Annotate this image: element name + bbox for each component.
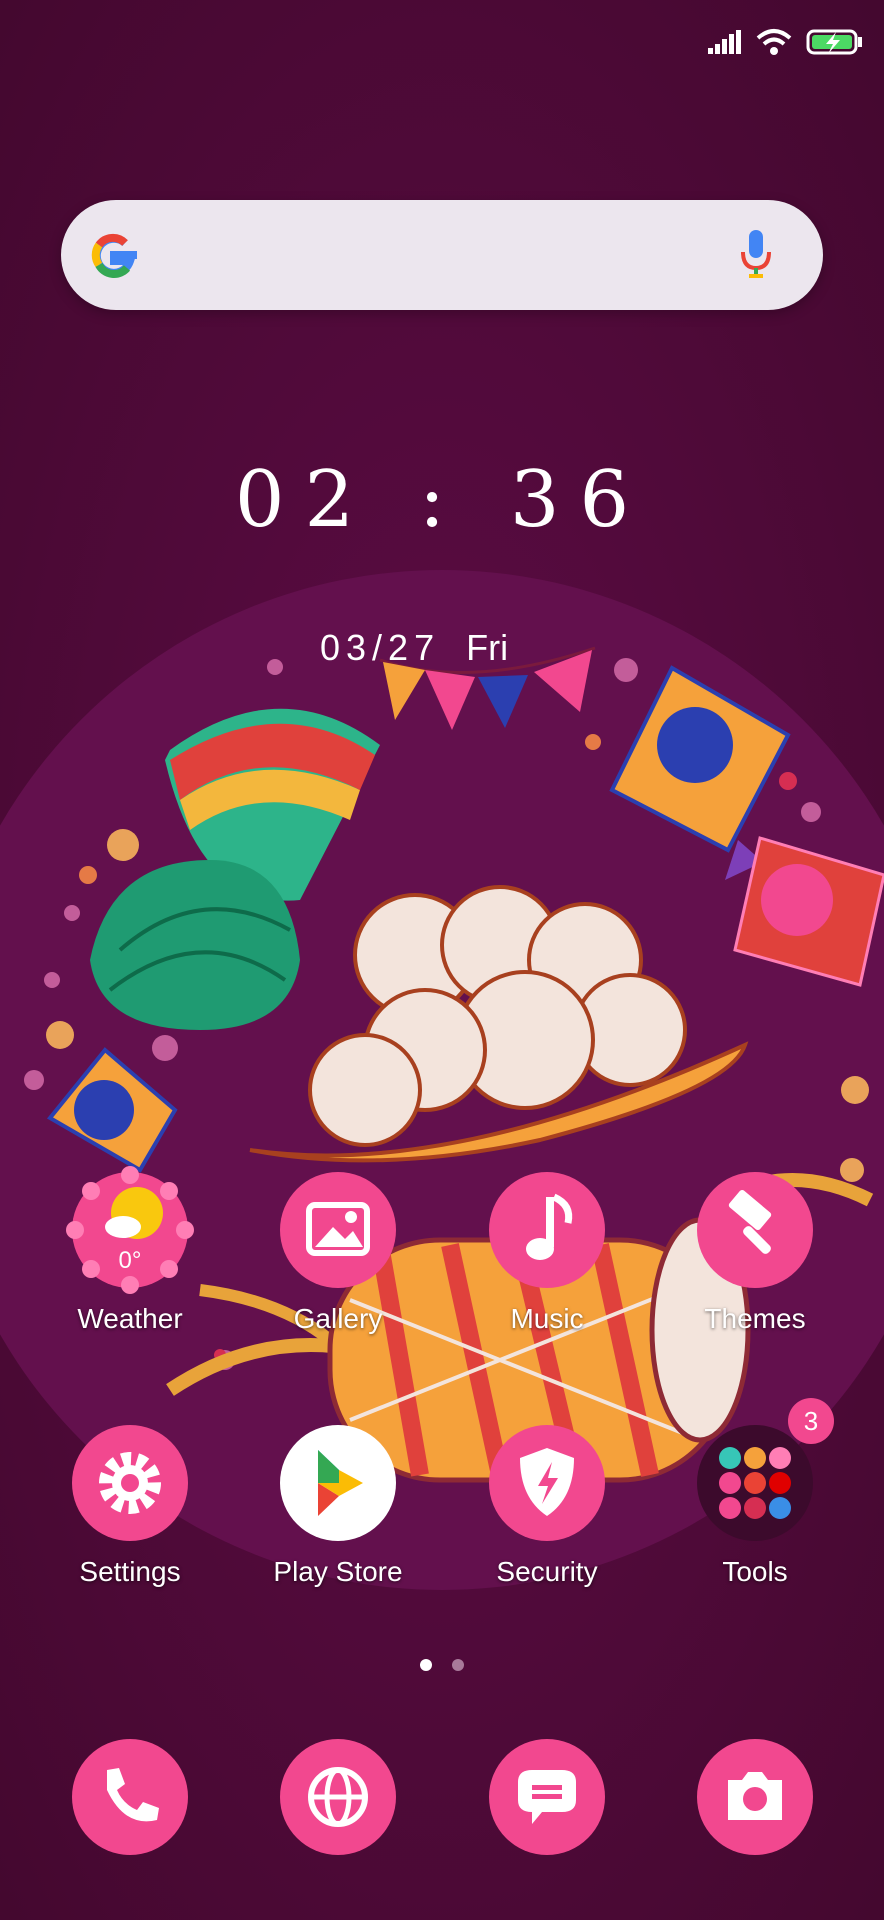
gallery-icon: [280, 1172, 396, 1288]
app-label: Themes: [704, 1303, 806, 1334]
app-label: Play Store: [273, 1556, 403, 1587]
page-indicator[interactable]: [0, 1658, 884, 1676]
google-logo: [91, 233, 137, 278]
app-label: Security: [496, 1556, 598, 1587]
status-bar: [708, 22, 864, 62]
clock-time[interactable]: 02 : 36: [0, 455, 884, 545]
weather-icon: [66, 1166, 194, 1294]
camera-icon: [697, 1739, 813, 1855]
clock-date[interactable]: 03/27 Fri: [320, 627, 508, 669]
app-label: Settings: [79, 1556, 181, 1587]
app-label: Weather: [77, 1303, 183, 1334]
paintbrush-icon: [697, 1172, 813, 1288]
browser-globe-icon: [280, 1739, 396, 1855]
music-note-icon: [489, 1172, 605, 1288]
messages-icon: [489, 1739, 605, 1855]
gear-icon: [72, 1425, 188, 1541]
app-label: Music: [510, 1303, 584, 1334]
google-search-bar[interactable]: [61, 200, 823, 310]
battery-charging-icon: [806, 29, 862, 55]
wifi-icon: [756, 29, 792, 55]
date-text: 03/27: [320, 627, 441, 668]
play-store-icon: [280, 1425, 396, 1541]
weekday-text: Fri: [466, 627, 509, 668]
weather-temp: 0°: [118, 1247, 142, 1274]
microphone-icon[interactable]: [739, 230, 773, 280]
signal-icon: [708, 30, 741, 54]
phone-icon: [72, 1739, 188, 1855]
shield-bolt-icon: [489, 1425, 605, 1541]
notification-badge: 3: [788, 1398, 834, 1444]
app-label: Gallery: [293, 1303, 383, 1334]
page-dot-active[interactable]: [419, 1659, 432, 1671]
app-label: Tools: [722, 1556, 788, 1587]
page-dot[interactable]: [452, 1659, 465, 1671]
